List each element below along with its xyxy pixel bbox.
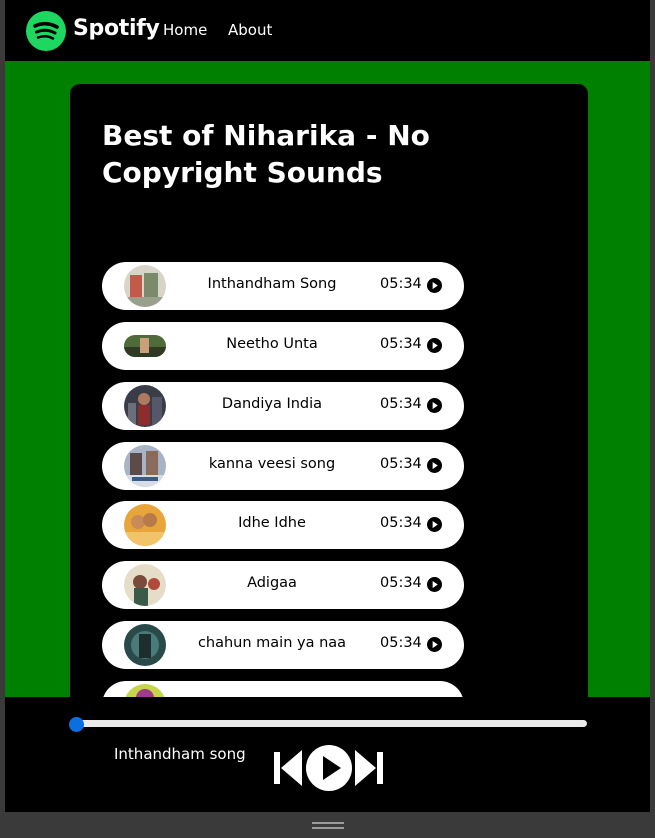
song-name: Adigaa <box>247 575 297 591</box>
song-thumbnail <box>124 445 166 487</box>
next-icon[interactable] <box>353 746 385 790</box>
resize-grip[interactable] <box>312 827 344 829</box>
song-item[interactable]: Idhe Idhe 05:34 <box>102 501 464 549</box>
song-name: kanna veesi song <box>208 456 336 472</box>
song-duration: 05:34 <box>380 456 422 472</box>
brand-name[interactable]: Spotify <box>73 16 160 41</box>
now-playing-title: Inthandham song <box>114 745 246 763</box>
song-thumbnail <box>124 624 166 666</box>
play-circle-icon[interactable] <box>427 637 442 652</box>
song-thumbnail <box>124 504 166 546</box>
song-duration: 05:34 <box>380 635 422 651</box>
play-circle-icon[interactable] <box>427 577 442 592</box>
play-circle-icon[interactable] <box>427 398 442 413</box>
nav-link-about[interactable]: About <box>228 21 272 39</box>
progress-bar[interactable] <box>75 720 587 727</box>
song-duration: 05:34 <box>380 575 422 591</box>
play-circle-icon[interactable] <box>427 338 442 353</box>
song-duration: 05:34 <box>380 336 422 352</box>
playlist-title: Best of Niharika - No Copyright Sounds <box>102 119 430 189</box>
song-item[interactable]: Adigaa 05:34 <box>102 561 464 609</box>
play-circle-icon[interactable] <box>427 517 442 532</box>
song-name: Neetho Unta <box>226 336 318 352</box>
bottom-player: Inthandham song <box>5 697 650 812</box>
song-duration: 05:34 <box>380 515 422 531</box>
app-window: Spotify Home About Best of Niharika - No… <box>5 0 650 812</box>
song-name: Inthandham Song <box>207 276 337 292</box>
song-thumbnail <box>124 335 166 357</box>
song-item[interactable]: Dandiya India 05:34 <box>102 382 464 430</box>
content-area: Best of Niharika - No Copyright Sounds I… <box>5 61 650 744</box>
playlist-card: Best of Niharika - No Copyright Sounds I… <box>70 84 588 744</box>
nav-link-home[interactable]: Home <box>163 21 207 39</box>
song-duration: 05:34 <box>380 276 422 292</box>
song-item[interactable]: kanna veesi song 05:34 <box>102 442 464 490</box>
song-thumbnail <box>124 385 166 427</box>
play-icon[interactable] <box>305 744 353 792</box>
resize-grip[interactable] <box>312 822 344 824</box>
navbar: Spotify Home About <box>5 0 650 61</box>
song-item[interactable]: Inthandham Song 05:34 <box>102 262 464 310</box>
play-circle-icon[interactable] <box>427 458 442 473</box>
previous-icon[interactable] <box>272 746 304 790</box>
song-name: Idhe Idhe <box>238 515 306 531</box>
spotify-logo-icon[interactable] <box>26 11 66 51</box>
song-thumbnail <box>124 564 166 606</box>
song-name: Dandiya India <box>221 396 323 412</box>
window-bottom-bar <box>0 812 655 838</box>
song-item[interactable]: chahun main ya naa 05:34 <box>102 621 464 669</box>
song-item[interactable]: Neetho Unta 05:34 <box>102 322 464 370</box>
song-duration: 05:34 <box>380 396 422 412</box>
play-circle-icon[interactable] <box>427 278 442 293</box>
song-thumbnail <box>124 265 166 307</box>
progress-slider-handle[interactable] <box>69 717 84 732</box>
song-name: chahun main ya naa <box>197 635 347 651</box>
